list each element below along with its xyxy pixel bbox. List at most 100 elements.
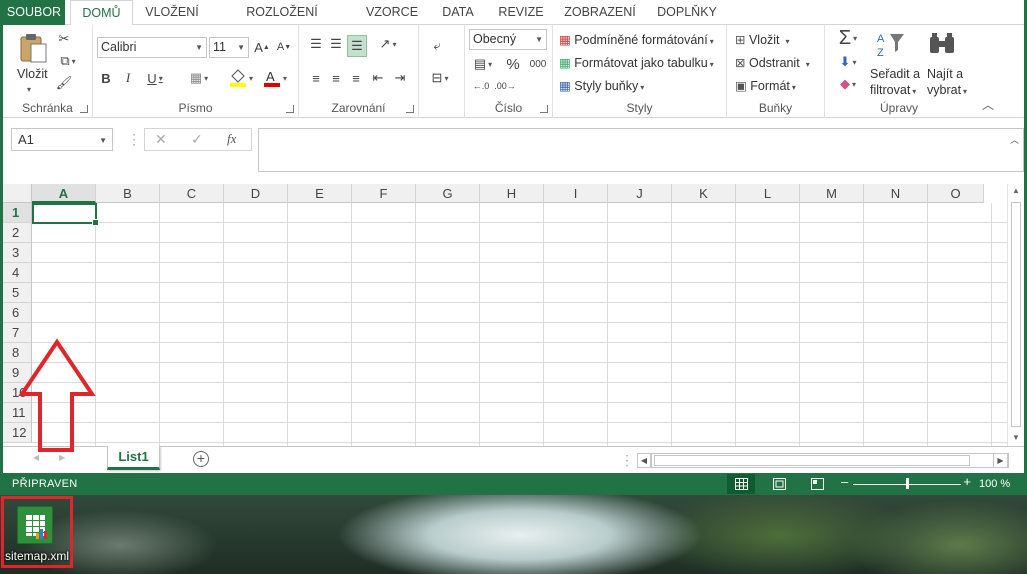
horizontal-scroll-thumb[interactable]: [654, 455, 970, 466]
copy-icon[interactable]: ⧉ ▾: [55, 53, 81, 69]
row-header-6[interactable]: 6: [3, 303, 32, 323]
add-sheet-button[interactable]: +: [193, 451, 209, 467]
column-header-e[interactable]: E: [288, 184, 352, 203]
column-header-f[interactable]: F: [352, 184, 416, 203]
italic-button[interactable]: I: [121, 69, 135, 87]
conditional-formatting-button[interactable]: ▦ Podmíněné formátování ▾: [559, 32, 714, 47]
increase-decimal-icon[interactable]: ←.0: [471, 77, 491, 95]
normal-view-icon[interactable]: [727, 474, 755, 494]
desktop-file-label[interactable]: sitemap.xml: [1, 549, 73, 563]
grow-font-icon[interactable]: A ▲: [253, 37, 271, 57]
active-cell-a1[interactable]: [32, 203, 99, 226]
row-header-5[interactable]: 5: [3, 283, 32, 303]
collapse-ribbon-icon[interactable]: ︿: [982, 96, 994, 113]
tab-data[interactable]: DATA: [435, 0, 481, 25]
scroll-down-icon[interactable]: ▼: [1012, 433, 1020, 442]
page-layout-view-icon[interactable]: [765, 474, 793, 494]
align-center-icon[interactable]: ≡: [327, 69, 345, 87]
format-cells-button[interactable]: ▣ Formát ▾: [735, 78, 796, 93]
tab-vzorce[interactable]: VZORCE: [362, 0, 422, 25]
tab-revize[interactable]: REVIZE: [495, 0, 547, 25]
cell-styles-button[interactable]: ▦ Styly buňky ▾: [559, 78, 644, 93]
row-header-4[interactable]: 4: [3, 263, 32, 283]
sheet-tab-list1[interactable]: List1: [107, 446, 160, 470]
find-select-icon[interactable]: [927, 29, 957, 59]
column-header-a[interactable]: A: [32, 184, 96, 203]
font-launcher[interactable]: [286, 105, 294, 113]
paste-icon[interactable]: [17, 31, 51, 65]
insert-cells-button[interactable]: ⊞ Vložit ▾: [735, 32, 790, 47]
zoom-in-icon[interactable]: +: [963, 474, 971, 489]
cancel-icon[interactable]: ✕: [155, 131, 167, 148]
zoom-percentage[interactable]: 100 %: [979, 478, 1010, 490]
name-box[interactable]: A1 ▼: [11, 128, 113, 151]
tab-split-grip-icon[interactable]: ⋮: [620, 452, 634, 469]
insert-function-button[interactable]: fx: [227, 131, 236, 147]
row-header-2[interactable]: 2: [3, 223, 32, 243]
column-header-d[interactable]: D: [224, 184, 288, 203]
column-header-j[interactable]: J: [608, 184, 672, 203]
enter-icon[interactable]: ✓: [191, 131, 203, 148]
zoom-out-icon[interactable]: –: [841, 474, 848, 489]
row-header-3[interactable]: 3: [3, 243, 32, 263]
column-header-b[interactable]: B: [96, 184, 160, 203]
find-select-label[interactable]: Najít a vybrat ▾: [927, 66, 967, 100]
tab-soubor[interactable]: SOUBOR: [3, 0, 65, 25]
alignment-launcher[interactable]: [406, 105, 414, 113]
zoom-slider[interactable]: – +: [841, 474, 971, 491]
clipboard-launcher[interactable]: [80, 105, 88, 113]
sheet-nav-arrows[interactable]: ◀▶: [33, 453, 85, 462]
column-header-m[interactable]: M: [800, 184, 864, 203]
orientation-icon[interactable]: ↗ ▾: [373, 35, 403, 53]
tab-doplnky[interactable]: DOPLŇKY: [653, 0, 721, 25]
font-color-icon[interactable]: A ▾: [261, 67, 289, 89]
clear-icon[interactable]: ◆ ▾: [831, 75, 865, 93]
select-all-corner[interactable]: [3, 184, 32, 203]
tab-domu[interactable]: DOMŮ: [70, 0, 133, 26]
column-header-c[interactable]: C: [160, 184, 224, 203]
cells-area[interactable]: [32, 203, 1008, 446]
wrap-text-icon[interactable]: ⤶: [427, 37, 447, 55]
cut-icon[interactable]: ✂: [55, 31, 73, 47]
vertical-scroll-thumb[interactable]: [1011, 202, 1021, 427]
paste-label[interactable]: Vložit ▾: [17, 67, 48, 95]
sort-filter-icon[interactable]: AZ: [875, 29, 907, 59]
column-header-i[interactable]: I: [544, 184, 608, 203]
comma-style-button[interactable]: 000: [527, 55, 549, 73]
borders-icon[interactable]: ▦ ▾: [185, 69, 213, 87]
decrease-decimal-icon[interactable]: .00→: [494, 77, 516, 95]
percent-style-button[interactable]: %: [505, 55, 521, 73]
excel-file-icon[interactable]: [17, 506, 53, 544]
tab-rozlozeni-stranky[interactable]: ROZLOŽENÍ STRÁNKY: [217, 0, 347, 44]
desktop-file-sitemap[interactable]: sitemap.xml: [1, 496, 73, 568]
horizontal-scrollbar[interactable]: [651, 453, 1009, 468]
format-as-table-button[interactable]: ▦ Formátovat jako tabulku ▾: [559, 55, 714, 70]
column-header-o[interactable]: O: [928, 184, 984, 203]
align-right-icon[interactable]: ≡: [347, 69, 365, 87]
fill-icon[interactable]: ⬇ ▾: [831, 53, 865, 71]
align-middle-icon[interactable]: ☰: [327, 35, 345, 53]
number-launcher[interactable]: [540, 105, 548, 113]
align-bottom-icon[interactable]: ☰: [347, 35, 367, 57]
scroll-right-icon[interactable]: ▶: [993, 453, 1008, 468]
autosum-icon[interactable]: Σ ▾: [831, 27, 865, 49]
shrink-font-icon[interactable]: A ▼: [275, 37, 293, 57]
sort-filter-label[interactable]: Seřadit a filtrovat ▾: [870, 66, 920, 100]
underline-button[interactable]: U ▾: [143, 69, 167, 87]
vertical-scrollbar[interactable]: ▲ ▼: [1007, 184, 1024, 446]
increase-indent-icon[interactable]: ⇥: [391, 69, 409, 87]
font-name-box[interactable]: Calibri ▼: [97, 37, 207, 58]
page-break-view-icon[interactable]: [803, 474, 831, 494]
number-format-box[interactable]: Obecný ▼: [469, 29, 547, 50]
scroll-up-icon[interactable]: ▲: [1012, 186, 1020, 195]
tab-zobrazeni[interactable]: ZOBRAZENÍ: [561, 0, 639, 25]
column-header-h[interactable]: H: [480, 184, 544, 203]
font-size-box[interactable]: 11 ▼: [209, 37, 249, 58]
bold-button[interactable]: B: [99, 69, 113, 87]
format-painter-icon[interactable]: 🖌: [55, 75, 73, 91]
align-top-icon[interactable]: ☰: [307, 35, 325, 53]
accounting-format-icon[interactable]: ▤ ▾: [469, 55, 497, 73]
merge-center-icon[interactable]: ⊟ ▾: [425, 69, 455, 87]
scroll-left-icon[interactable]: ◀: [637, 453, 651, 468]
expand-formula-icon[interactable]: ︿: [1010, 133, 1019, 146]
